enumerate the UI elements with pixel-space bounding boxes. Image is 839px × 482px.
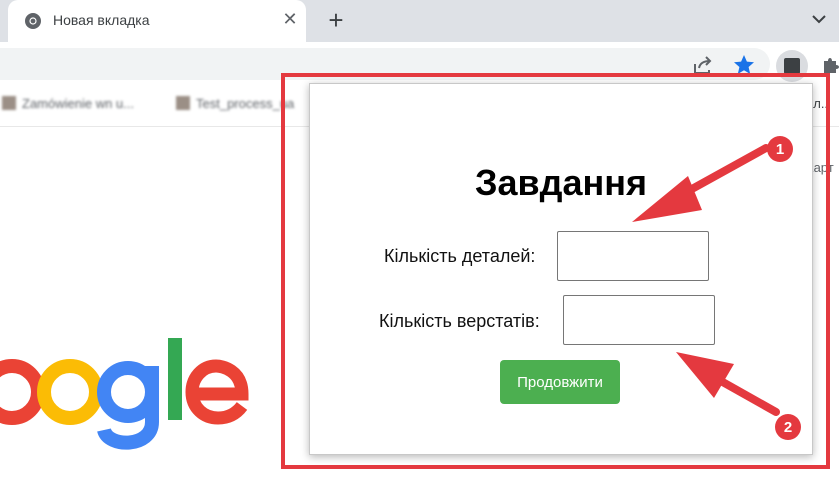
- tab-new-tab[interactable]: Новая вкладка ✕: [8, 0, 306, 42]
- extension-square: [784, 58, 800, 74]
- tab-title: Новая вкладка: [53, 12, 150, 28]
- bookmark-item[interactable]: Zamówienie wn u...: [2, 96, 134, 114]
- google-logo: [0, 338, 249, 450]
- tab-strip: Новая вкладка ✕ +: [0, 0, 839, 42]
- chrome-favicon-icon: [25, 13, 41, 29]
- close-icon[interactable]: ✕: [280, 9, 300, 29]
- annotation-frame: [281, 73, 830, 469]
- plus-icon[interactable]: +: [322, 6, 350, 34]
- chevron-down-icon[interactable]: [808, 8, 830, 30]
- bookmark-item[interactable]: Test_process_ua: [176, 96, 294, 114]
